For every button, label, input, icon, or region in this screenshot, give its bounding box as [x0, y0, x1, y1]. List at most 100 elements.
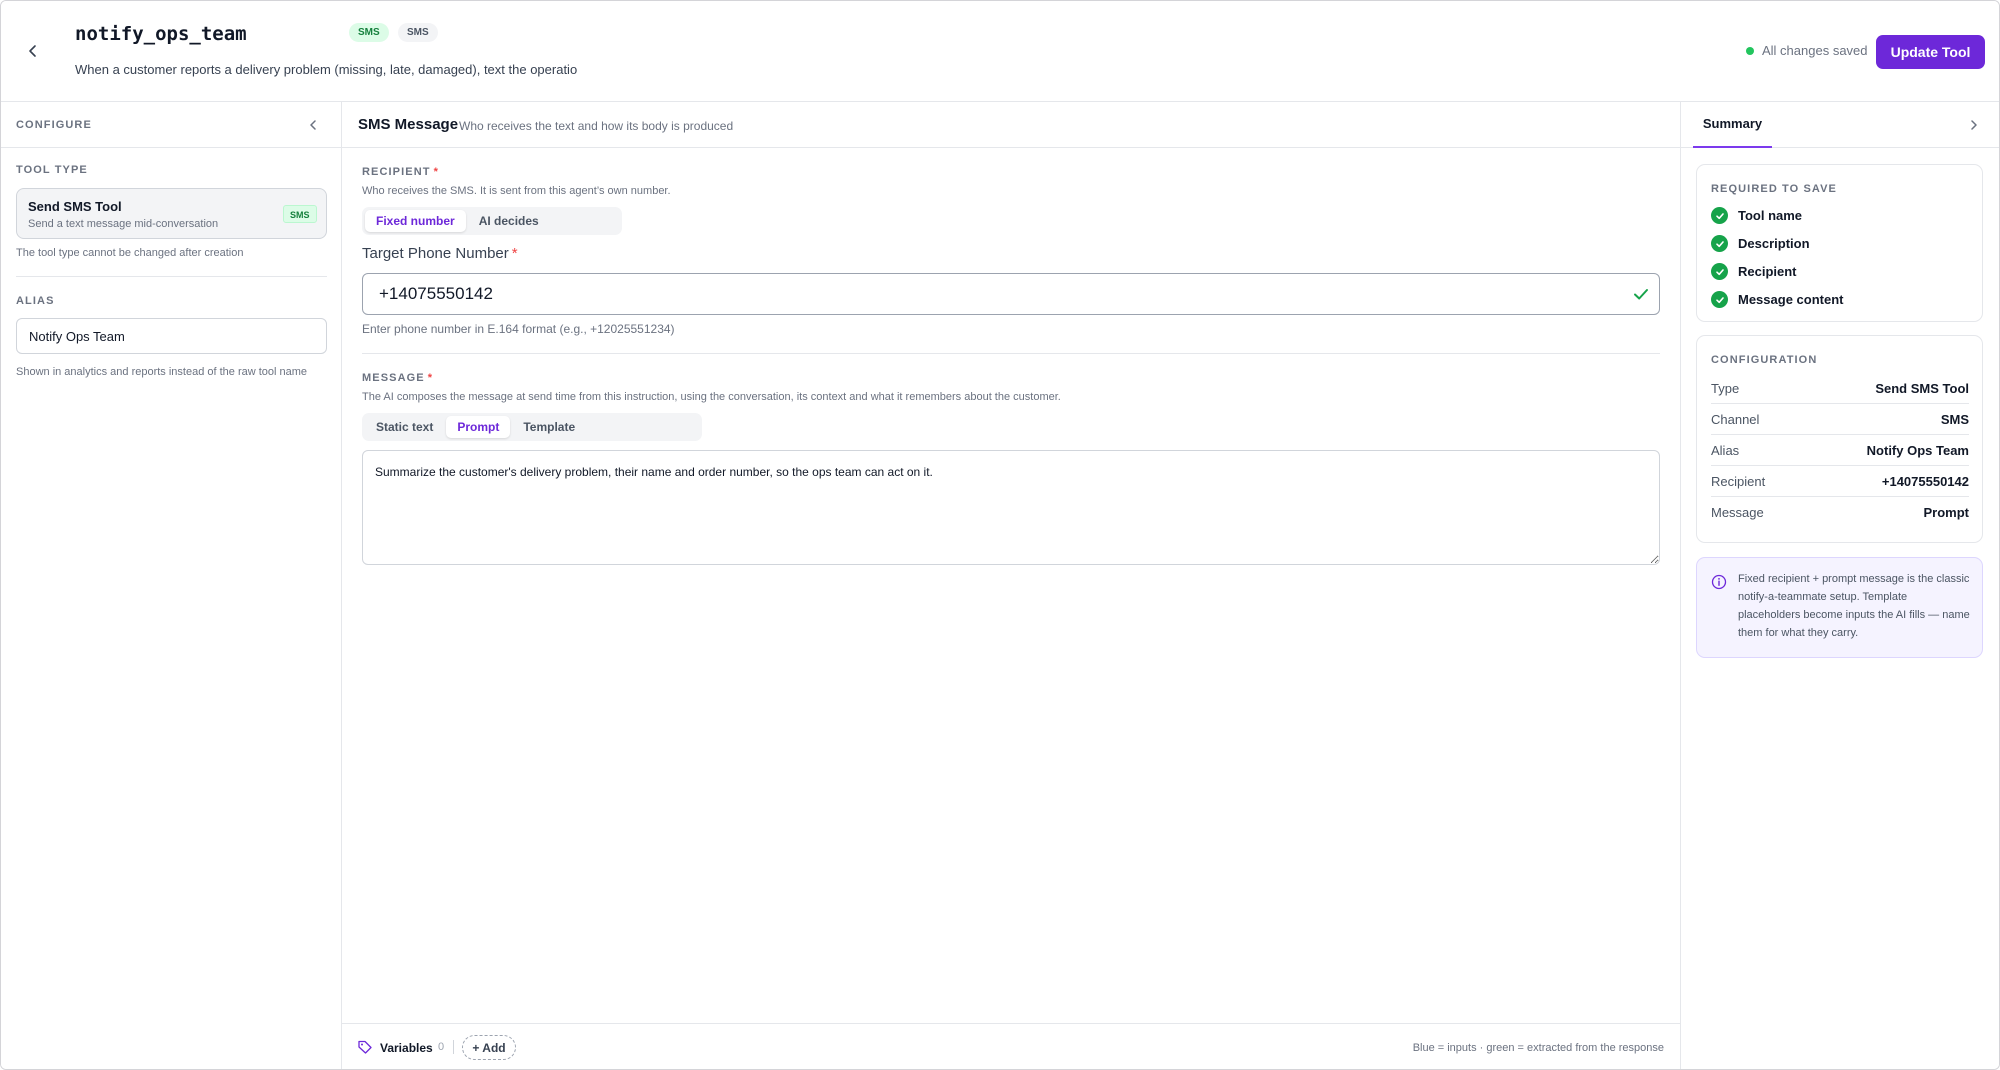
phone-help: Enter phone number in E.164 format (e.g.… [362, 322, 675, 336]
status-dot-icon [1746, 46, 1754, 55]
message-label: MESSAGE * [362, 372, 433, 384]
app-window: notify_ops_team SMS SMS When a customer … [0, 0, 2000, 1070]
check-circle-icon [1711, 291, 1728, 308]
tool-type-card: Send SMS Tool Send a text message mid-co… [16, 188, 327, 239]
recipient-label: RECIPIENT * [362, 166, 439, 178]
page-header: notify_ops_team SMS SMS When a customer … [1, 1, 1999, 102]
configure-panel: CONFIGURE TOOL TYPE Send SMS Tool Send a… [1, 102, 342, 1069]
mode-prompt[interactable]: Prompt [446, 416, 511, 438]
chevron-right-icon [1971, 120, 1977, 130]
required-item-label: Message content [1738, 292, 1844, 307]
config-value: +14075550142 [1881, 473, 1969, 489]
recipient-mode-toggle: Fixed number AI decides [362, 207, 622, 235]
message-prompt-input[interactable]: Summarize the customer's delivery proble… [362, 450, 1660, 565]
mode-static-text[interactable]: Static text [365, 416, 444, 438]
check-circle-icon [1711, 235, 1728, 252]
alias-input[interactable] [16, 318, 327, 354]
config-row-alias: Alias Notify Ops Team [1711, 435, 1969, 466]
config-value: Prompt [1923, 505, 1970, 520]
config-row-channel: Channel SMS [1711, 404, 1969, 435]
tool-type-subtitle: Send a text message mid-conversation [28, 218, 219, 230]
alias-label: ALIAS [16, 295, 55, 307]
config-value: Notify Ops Team [1866, 442, 1969, 458]
chevron-left-icon [29, 45, 36, 57]
config-key: Recipient [1711, 473, 1766, 489]
config-key: Channel [1711, 411, 1760, 427]
message-help: The AI composes the message at send time… [362, 391, 1061, 403]
message-mode-toggle: Static text Prompt Template [362, 413, 702, 441]
tag-icon [358, 1040, 372, 1054]
variables-count: 0 [438, 1041, 445, 1053]
required-marker: * [433, 166, 439, 178]
panel-subtitle: Who receives the text and how its body i… [459, 119, 734, 133]
phone-input[interactable] [363, 274, 1613, 313]
required-to-save-card: REQUIRED TO SAVE Tool name Description R… [1696, 164, 1983, 322]
add-variable-button[interactable]: + Add [462, 1035, 516, 1060]
variables-legend: Blue = inputs · green = extracted from t… [1412, 1042, 1664, 1054]
info-icon [1711, 574, 1727, 590]
config-key: Type [1711, 380, 1740, 396]
mode-template[interactable]: Template [512, 416, 586, 438]
chevron-left-icon [310, 120, 316, 130]
required-title: REQUIRED TO SAVE [1711, 183, 1837, 195]
mode-ai-decides[interactable]: AI decides [468, 210, 550, 232]
required-marker: * [427, 372, 434, 384]
check-icon [1634, 289, 1648, 300]
divider [453, 1040, 454, 1054]
summary-panel: Summary REQUIRED TO SAVE Tool name Descr… [1680, 102, 1999, 1069]
config-row-recipient: Recipient +14075550142 [1711, 466, 1969, 497]
collapse-panel-button[interactable] [303, 115, 323, 135]
configure-panel-header: CONFIGURE [1, 102, 341, 148]
alias-note: Shown in analytics and reports instead o… [16, 366, 308, 378]
config-value: Send SMS Tool [1875, 380, 1969, 396]
required-marker: * [511, 245, 518, 262]
configuration-title: CONFIGURATION [1711, 354, 1818, 366]
phone-field-label-text: Target Phone Number [362, 245, 509, 262]
summary-panel-header: Summary [1681, 102, 1999, 148]
required-item: Recipient [1711, 263, 1797, 280]
sms-message-panel: SMS Message Who receives the text and ho… [342, 102, 1680, 1069]
tool-name[interactable]: notify_ops_team [75, 23, 247, 45]
type-badge: SMS [398, 23, 438, 42]
check-circle-icon [1711, 263, 1728, 280]
main-panel-header: SMS Message Who receives the text and ho… [342, 102, 1680, 148]
variables-label: Variables [380, 1041, 433, 1055]
check-circle-icon [1711, 207, 1728, 224]
variables-bar: Variables 0 + Add Blue = inputs · green … [342, 1023, 1680, 1069]
save-status: All changes saved [1746, 43, 1868, 58]
tool-type-title: Send SMS Tool [28, 199, 122, 214]
tool-description[interactable]: When a customer reports a delivery probl… [75, 62, 577, 77]
config-value: SMS [1940, 411, 1969, 427]
required-item-label: Description [1738, 236, 1810, 251]
required-item: Description [1711, 235, 1810, 252]
channel-badge: SMS [349, 23, 389, 42]
required-item: Tool name [1711, 207, 1802, 224]
configure-title: CONFIGURE [16, 119, 92, 131]
update-tool-button[interactable]: Update Tool [1876, 35, 1985, 69]
tool-type-label: TOOL TYPE [16, 164, 88, 176]
info-callout: Fixed recipient + prompt message is the … [1696, 557, 1983, 658]
expand-panel-button[interactable] [1964, 115, 1984, 135]
divider [16, 276, 327, 277]
required-item-label: Tool name [1738, 208, 1803, 223]
tool-type-note: The tool type cannot be changed after cr… [16, 247, 244, 259]
message-label-text: MESSAGE [362, 372, 425, 384]
mode-fixed-number[interactable]: Fixed number [365, 210, 466, 232]
recipient-help: Who receives the SMS. It is sent from th… [362, 185, 671, 197]
tab-summary[interactable]: Summary [1693, 102, 1772, 148]
divider [362, 353, 1660, 354]
save-status-label: All changes saved [1762, 43, 1868, 58]
config-key: Message [1711, 505, 1764, 520]
tool-type-badge: SMS [283, 205, 317, 223]
recipient-label-text: RECIPIENT [362, 166, 431, 178]
phone-field [362, 273, 1660, 315]
configuration-card: CONFIGURATION Type Send SMS Tool Channel… [1696, 335, 1983, 543]
required-item: Message content [1711, 291, 1843, 308]
phone-field-label: Target Phone Number * [362, 245, 518, 262]
config-row-message: Message Prompt [1711, 497, 1969, 528]
required-item-label: Recipient [1738, 264, 1797, 279]
config-row-type: Type Send SMS Tool [1711, 373, 1969, 404]
config-key: Alias [1711, 442, 1740, 458]
back-button[interactable] [21, 39, 45, 63]
panel-title: SMS Message [358, 116, 459, 133]
